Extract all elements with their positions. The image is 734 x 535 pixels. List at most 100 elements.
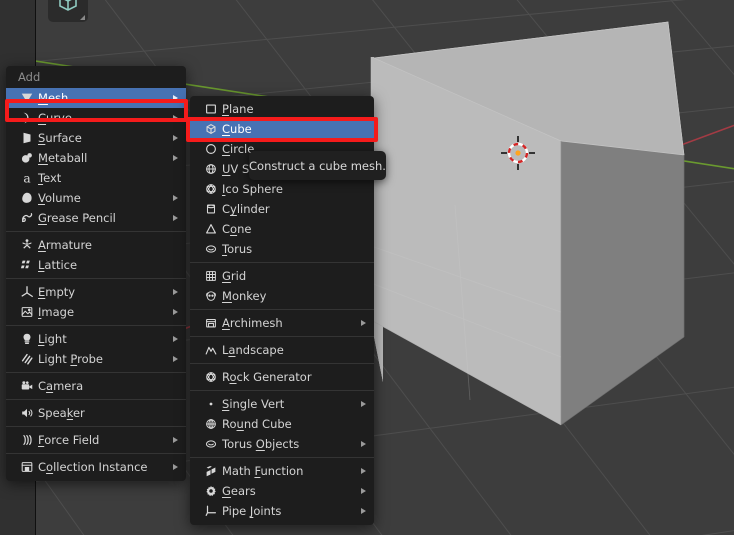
add-menu-item-empty[interactable]: Empty xyxy=(6,282,186,302)
add-menu-item-armature[interactable]: Armature xyxy=(6,235,186,255)
torus-objects-icon xyxy=(200,437,222,451)
submenu-arrow-icon xyxy=(361,441,366,447)
add-menu[interactable]: Add MeshCurveSurfaceMetaballaTextVolumeG… xyxy=(6,66,186,481)
mesh-submenu-item-pipe-joints[interactable]: Pipe Joints xyxy=(190,501,374,521)
mesh-submenu-item-gears[interactable]: Gears xyxy=(190,481,374,501)
submenu-arrow-icon xyxy=(173,464,178,470)
submenu-arrow-icon xyxy=(361,401,366,407)
mesh-submenu-item-rock-generator[interactable]: Rock Generator xyxy=(190,367,374,387)
add-menu-item-label: Armature xyxy=(38,238,92,252)
mesh-submenu-item-label: Pipe Joints xyxy=(222,504,281,518)
cone-icon xyxy=(200,222,222,236)
force-field-icon xyxy=(16,433,38,447)
add-menu-separator xyxy=(6,399,186,400)
mesh-submenu-separator xyxy=(190,336,374,337)
mesh-submenu-item-torus-objects[interactable]: Torus Objects xyxy=(190,434,374,454)
speaker-icon xyxy=(16,406,38,420)
submenu-arrow-icon xyxy=(173,356,178,362)
add-menu-separator xyxy=(6,325,186,326)
armature-icon xyxy=(16,238,38,252)
add-menu-separator xyxy=(6,372,186,373)
add-menu-item-text[interactable]: aText xyxy=(6,168,186,188)
mesh-submenu-item-label: Torus xyxy=(222,242,252,256)
add-menu-item-label: Light Probe xyxy=(38,352,103,366)
add-menu-item-label: Volume xyxy=(38,191,81,205)
single-vert-icon xyxy=(200,397,222,411)
lattice-icon xyxy=(16,258,38,272)
tool-expand-corner-icon xyxy=(80,15,85,20)
submenu-arrow-icon xyxy=(173,135,178,141)
submenu-arrow-icon xyxy=(173,309,178,315)
add-cube-tool-button[interactable] xyxy=(48,0,88,22)
mesh-submenu-item-label: Plane xyxy=(222,102,254,116)
add-menu-item-camera[interactable]: Camera xyxy=(6,376,186,396)
blender-window: Add MeshCurveSurfaceMetaballaTextVolumeG… xyxy=(0,0,734,535)
submenu-arrow-icon xyxy=(173,195,178,201)
mesh-submenu-item-math-function[interactable]: Math Function xyxy=(190,461,374,481)
image-icon xyxy=(16,305,38,319)
plane-icon xyxy=(200,102,222,116)
empty-axes-icon xyxy=(16,285,38,299)
uv-sphere-icon xyxy=(200,162,222,176)
mesh-submenu-item-cone[interactable]: Cone xyxy=(190,219,374,239)
add-menu-title: Add xyxy=(6,66,186,88)
submenu-arrow-icon xyxy=(173,437,178,443)
mesh-submenu-item-torus[interactable]: Torus xyxy=(190,239,374,259)
mesh-submenu-item-monkey[interactable]: Monkey xyxy=(190,286,374,306)
grease-pencil-icon xyxy=(16,211,38,225)
svg-text:a: a xyxy=(23,171,30,185)
add-menu-item-lattice[interactable]: Lattice xyxy=(6,255,186,275)
add-menu-item-grease-pencil[interactable]: Grease Pencil xyxy=(6,208,186,228)
text-a-icon: a xyxy=(16,171,38,185)
add-menu-item-image[interactable]: Image xyxy=(6,302,186,322)
submenu-arrow-icon xyxy=(361,508,366,514)
add-menu-item-label: Image xyxy=(38,305,74,319)
gears-icon xyxy=(200,484,222,498)
add-menu-item-light[interactable]: Light xyxy=(6,329,186,349)
landscape-icon xyxy=(200,343,222,357)
mesh-submenu-item-archimesh[interactable]: Archimesh xyxy=(190,313,374,333)
mesh-submenu-item-label: Archimesh xyxy=(222,316,283,330)
mesh-submenu-item-round-cube[interactable]: Round Cube xyxy=(190,414,374,434)
add-menu-item-label: Light xyxy=(38,332,67,346)
mesh-submenu-item-plane[interactable]: Plane xyxy=(190,99,374,119)
add-menu-item-label: Force Field xyxy=(38,433,99,447)
submenu-arrow-icon xyxy=(173,289,178,295)
mesh-submenu-item-single-vert[interactable]: Single Vert xyxy=(190,394,374,414)
submenu-arrow-icon xyxy=(173,336,178,342)
mesh-submenu-item-label: Single Vert xyxy=(222,397,284,411)
add-menu-item-force-field[interactable]: Force Field xyxy=(6,430,186,450)
mesh-submenu-item-cylinder[interactable]: Cylinder xyxy=(190,199,374,219)
add-menu-item-speaker[interactable]: Speaker xyxy=(6,403,186,423)
add-menu-item-metaball[interactable]: Metaball xyxy=(6,148,186,168)
add-menu-item-label: Camera xyxy=(38,379,83,393)
torus-icon xyxy=(200,242,222,256)
collection-icon xyxy=(16,460,38,474)
add-menu-item-volume[interactable]: Volume xyxy=(6,188,186,208)
circle-icon xyxy=(200,142,222,156)
mesh-submenu-separator xyxy=(190,457,374,458)
add-menu-item-light-probe[interactable]: Light Probe xyxy=(6,349,186,369)
mesh-submenu-item-label: Rock Generator xyxy=(222,370,312,384)
add-menu-item-label: Speaker xyxy=(38,406,85,420)
mesh-submenu-separator xyxy=(190,390,374,391)
add-menu-item-collection-instance[interactable]: Collection Instance xyxy=(6,457,186,477)
annotation-box-cube xyxy=(186,117,378,142)
cube-object xyxy=(371,22,684,427)
add-menu-item-label: Empty xyxy=(38,285,75,299)
mesh-submenu-item-landscape[interactable]: Landscape xyxy=(190,340,374,360)
submenu-arrow-icon xyxy=(361,320,366,326)
add-menu-item-label: Surface xyxy=(38,131,82,145)
cylinder-icon xyxy=(200,202,222,216)
mesh-submenu-item-label: Grid xyxy=(222,269,246,283)
cube-add-tool-icon xyxy=(55,0,81,15)
rock-generator-icon xyxy=(200,370,222,384)
add-menu-item-surface[interactable]: Surface xyxy=(6,128,186,148)
archimesh-icon xyxy=(200,316,222,330)
add-menu-separator xyxy=(6,453,186,454)
mesh-submenu-item-ico-sphere[interactable]: Ico Sphere xyxy=(190,179,374,199)
mesh-submenu-item-grid[interactable]: Grid xyxy=(190,266,374,286)
submenu-arrow-icon xyxy=(361,468,366,474)
metaball-icon xyxy=(16,151,38,165)
submenu-arrow-icon xyxy=(173,215,178,221)
